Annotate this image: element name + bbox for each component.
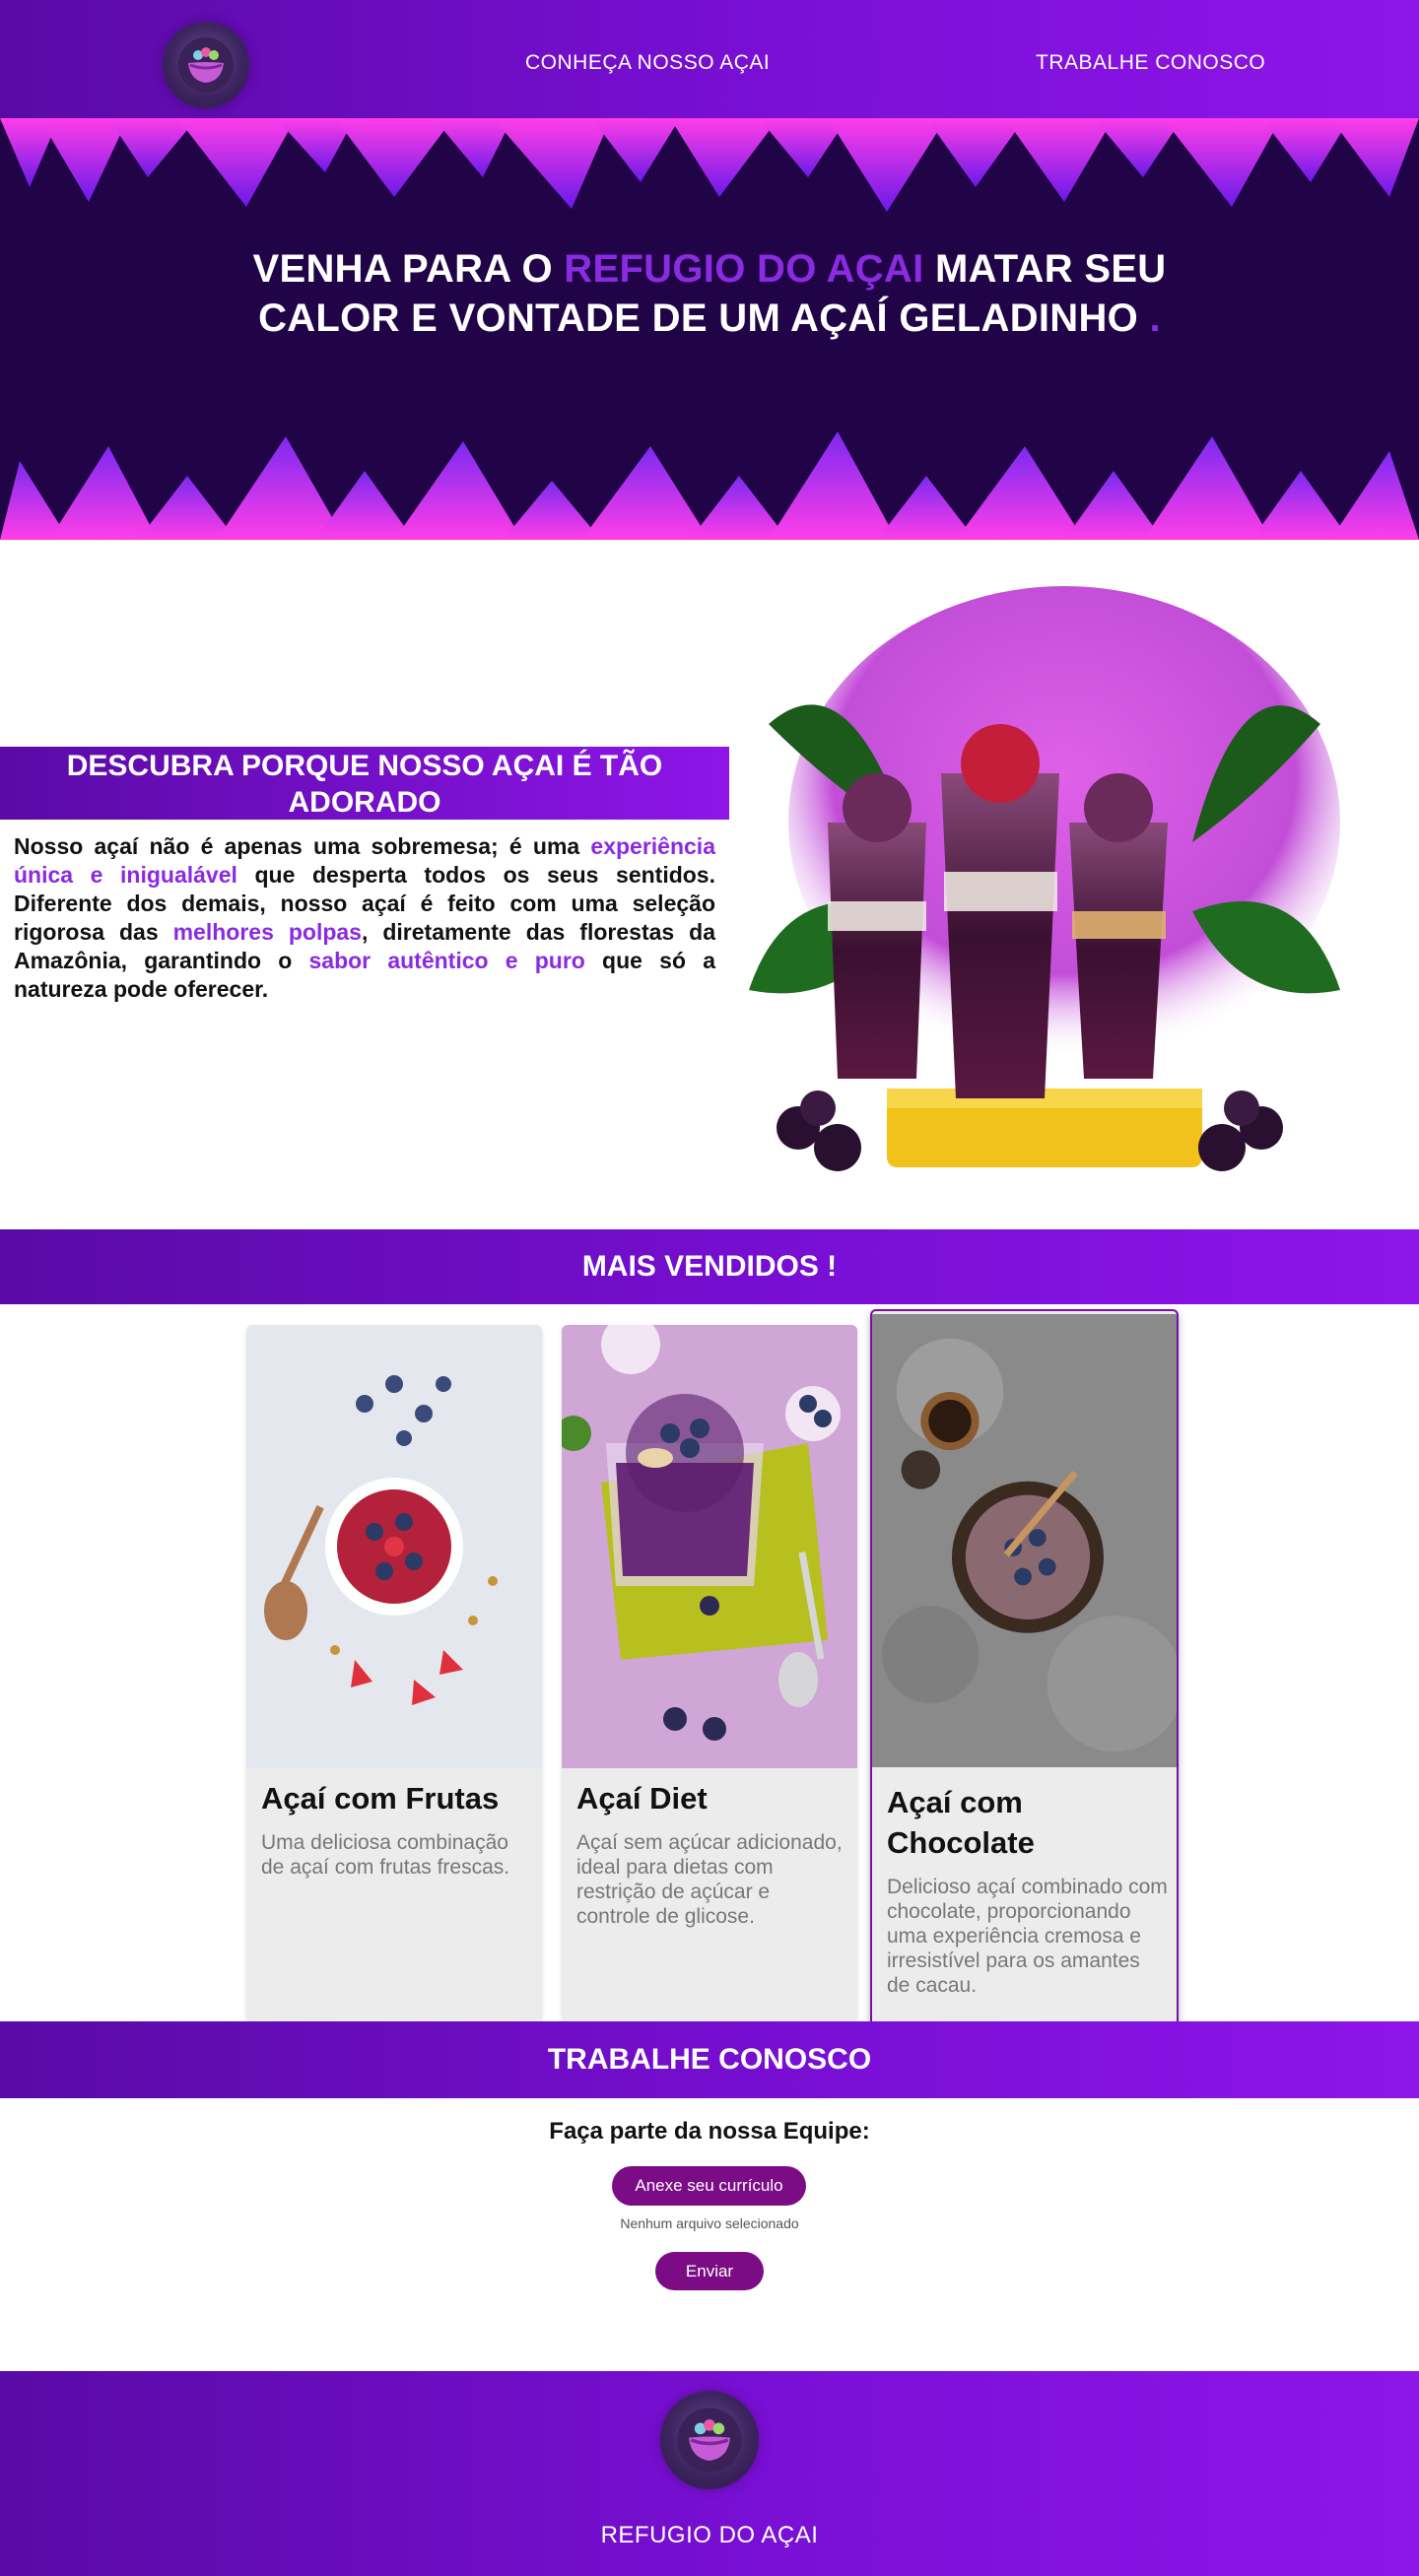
upload-resume-button[interactable]: Anexe seu currículo <box>612 2166 806 2206</box>
footer-brand-name: REFUGIO DO AÇAI <box>600 2522 819 2548</box>
footer: REFUGIO DO AÇAI <box>0 2371 1419 2576</box>
product-image-diet <box>562 1325 857 1768</box>
nav-link-trabalhe[interactable]: TRABALHE CONOSCO <box>1036 51 1265 75</box>
about-heading: DESCUBRA PORQUE NOSSO AÇAI É TÃO ADORADO <box>0 747 729 820</box>
submit-button[interactable]: Enviar <box>655 2252 764 2290</box>
hero-title-dot: . <box>1149 297 1161 340</box>
about-paragraph: Nosso açaí não é apenas uma sobremesa; é… <box>14 832 715 1004</box>
product-desc-diet: Açaí sem açúcar adicionado, ideal para d… <box>576 1831 843 1928</box>
product-card-chocolate[interactable]: Açaí com Chocolate Delicioso açaí combin… <box>870 1309 1179 2038</box>
logo-acai-bowl-icon <box>677 2408 742 2473</box>
product-name-frutas: Açaí com Frutas <box>261 1781 500 1816</box>
file-status-text: Nenhum arquivo selecionado <box>620 2215 799 2231</box>
best-sellers-title: MAIS VENDIDOS ! <box>0 1229 1419 1304</box>
leaves-top-decoration <box>0 118 1419 212</box>
careers-title: TRABALHE CONOSCO <box>0 2021 1419 2098</box>
hero-title: VENHA PARA O REFUGIO DO AÇAI MATAR SEU C… <box>197 244 1222 343</box>
product-name-chocolate: Açaí com Chocolate <box>887 1785 1035 1860</box>
careers-subtitle: Faça parte da nossa Equipe: <box>549 2118 870 2145</box>
hero-title-highlight: REFUGIO DO AÇAI <box>564 247 924 291</box>
acai-cups-illustration <box>749 586 1340 1171</box>
about-highlight-2: melhores polpas <box>172 919 362 945</box>
product-name-diet: Açaí Diet <box>576 1781 708 1816</box>
logo-acai-bowl-icon <box>178 37 234 93</box>
product-desc-chocolate: Delicioso açaí combinado com chocolate, … <box>887 1876 1168 1997</box>
about-highlight-3: sabor autêntico e puro <box>308 948 585 973</box>
product-image-frutas <box>246 1325 542 1768</box>
hero-title-part1: VENHA PARA O <box>252 247 565 291</box>
product-image-chocolate <box>872 1313 1177 1768</box>
about-text-1: Nosso açaí não é apenas uma sobremesa; é… <box>14 833 591 859</box>
footer-logo[interactable] <box>660 2391 759 2489</box>
leaves-bottom-decoration <box>0 431 1419 540</box>
product-card-diet[interactable]: Açaí Diet Açaí sem açúcar adicionado, id… <box>562 1325 857 2022</box>
product-card-frutas[interactable]: Açaí com Frutas Uma deliciosa combinação… <box>246 1325 542 2022</box>
brand-logo[interactable] <box>163 22 249 108</box>
top-navbar: CONHEÇA NOSSO AÇAI TRABALHE CONOSCO <box>0 0 1419 118</box>
hero-banner: VENHA PARA O REFUGIO DO AÇAI MATAR SEU C… <box>0 118 1419 540</box>
nav-link-conheca[interactable]: CONHEÇA NOSSO AÇAI <box>525 51 770 75</box>
product-desc-frutas: Uma deliciosa combinação de açaí com fru… <box>261 1831 510 1879</box>
